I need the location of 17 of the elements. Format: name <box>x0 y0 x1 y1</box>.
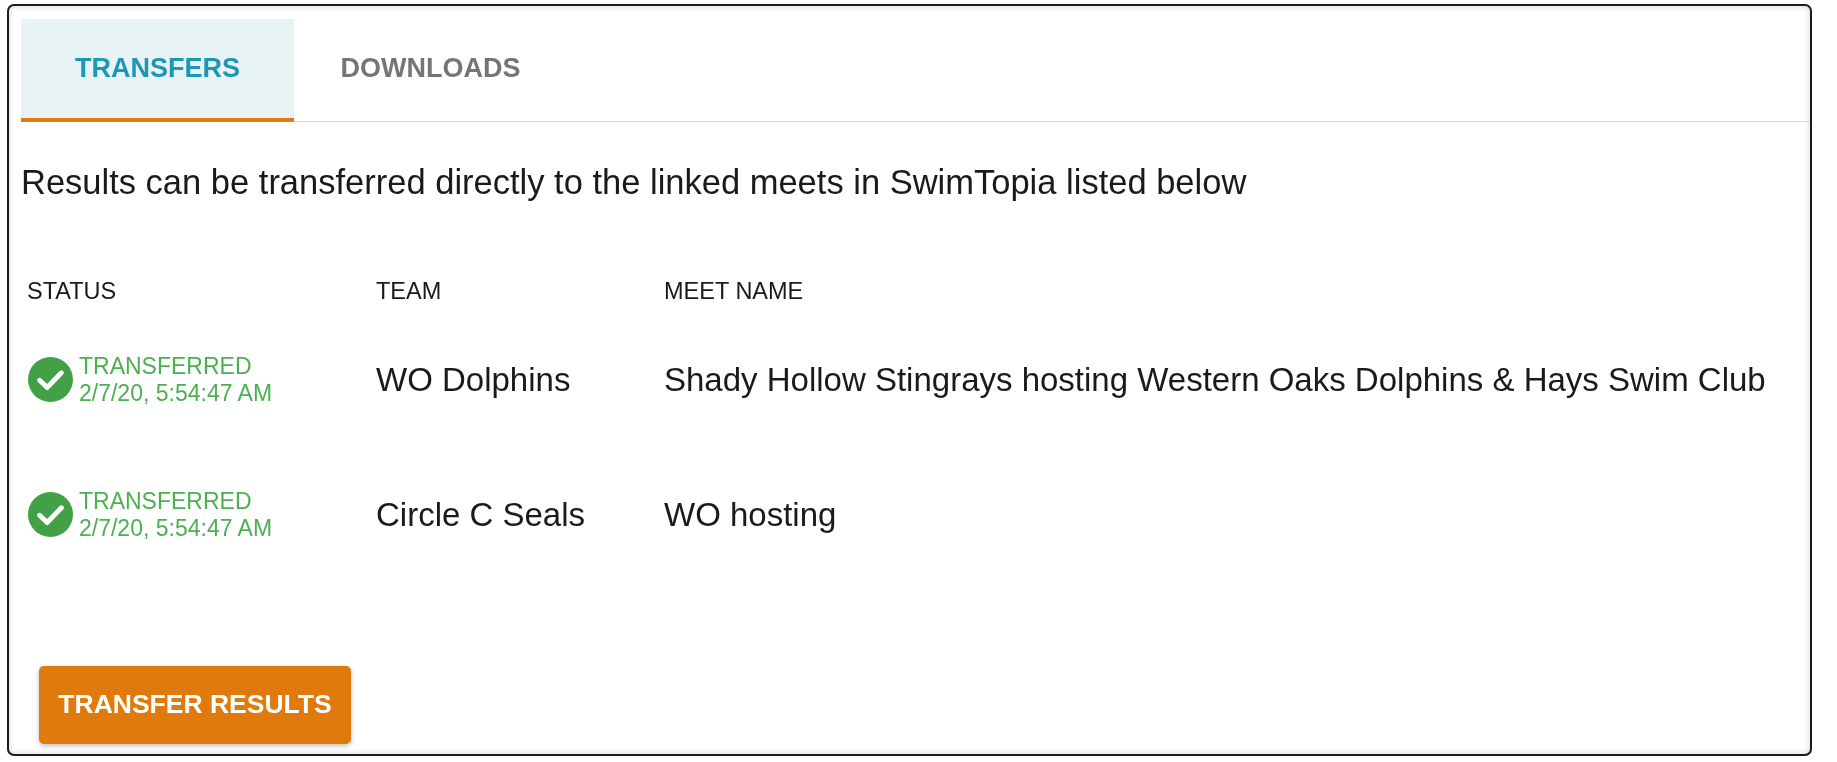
column-header: TEAM <box>376 277 442 307</box>
team-name: Circle C Seals <box>376 494 586 535</box>
column-header: STATUS <box>27 277 117 307</box>
timestamp: 2/7/20, 5:54:47 AM <box>79 514 273 542</box>
meet-name: WO hosting <box>664 494 837 535</box>
check-circle-icon <box>28 357 73 402</box>
description-text: Results can be transferred directly to the linked meets in SwimTopia listed below <box>21 162 1248 203</box>
status-text: TRANSFERRED <box>79 487 253 515</box>
transfer-results-button[interactable]: TRANSFER RESULTS <box>39 666 351 744</box>
meet-name: Shady Hollow Stingrays hosting Western Oaks Dolphins & Hays Swim Club <box>664 359 1766 400</box>
team-name: WO Dolphins <box>376 359 571 400</box>
tab[interactable]: DOWNLOADS <box>294 19 567 122</box>
tab[interactable]: TRANSFERS <box>21 19 294 122</box>
column-header: MEET NAME <box>664 277 804 307</box>
timestamp: 2/7/20, 5:54:47 AM <box>79 379 273 407</box>
status-text: TRANSFERRED <box>79 352 253 380</box>
check-circle-icon <box>28 492 73 537</box>
